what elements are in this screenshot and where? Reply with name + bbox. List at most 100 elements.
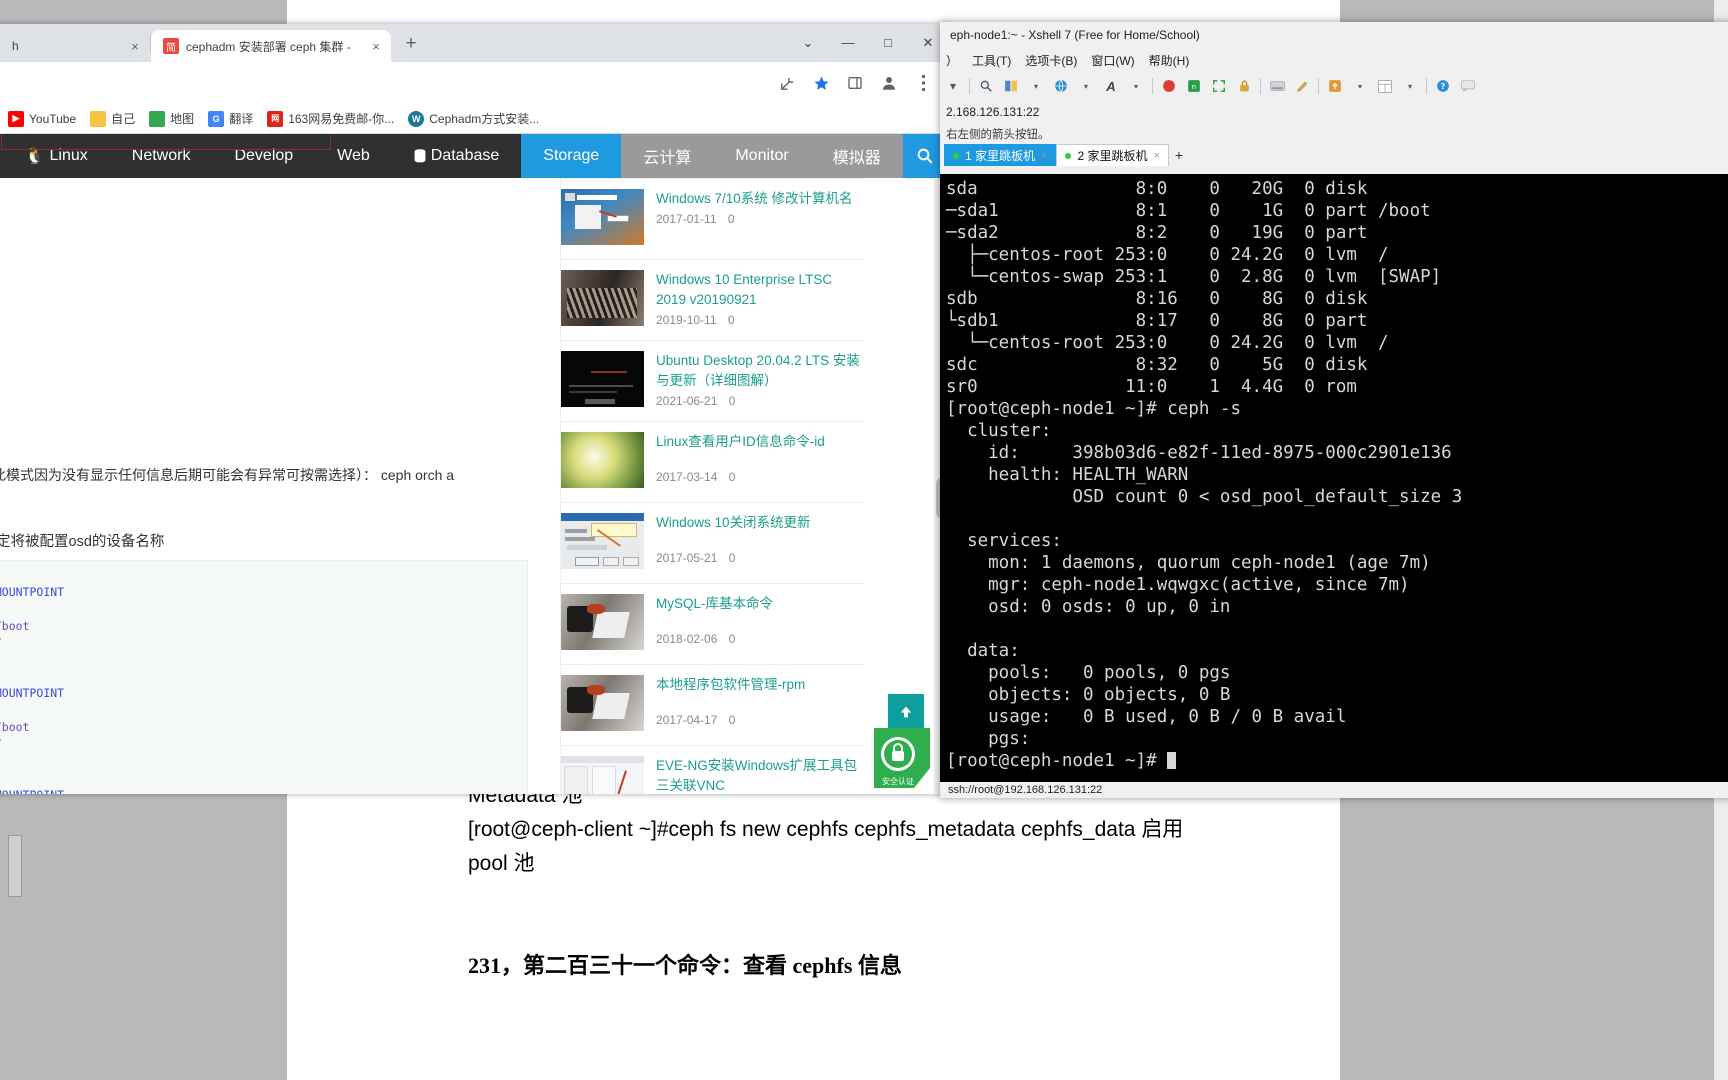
address-bar[interactable] — [0, 69, 776, 97]
nav-item-monitor[interactable]: Monitor — [713, 134, 811, 178]
menu-item[interactable]: ） — [946, 52, 958, 69]
nav-label: Web — [337, 147, 370, 164]
menu-item-help[interactable]: 帮助(H) — [1149, 52, 1190, 69]
menu-icon[interactable] — [912, 72, 934, 94]
bookmark-star-icon[interactable] — [810, 72, 832, 94]
tab-close-icon[interactable]: × — [128, 39, 142, 54]
list-item[interactable]: 本地程序包软件管理-rpm 2017-04-17 0 — [561, 664, 865, 745]
new-session-tab-button[interactable]: + — [1169, 147, 1189, 163]
article-title[interactable]: EVE-NG安装Windows扩展工具包三关联VNC — [656, 756, 865, 794]
session-tab-close-icon[interactable]: × — [1041, 150, 1047, 162]
chevron-down-icon[interactable]: ▾ — [1127, 77, 1145, 95]
lock-icon[interactable] — [1235, 77, 1253, 95]
article-title[interactable]: Windows 7/10系统 修改计算机名 — [656, 189, 865, 209]
ssl-certificate-badge[interactable]: 安全认证 — [868, 726, 936, 798]
list-item[interactable]: Windows 7/10系统 修改计算机名 2017-01-11 0 — [561, 178, 865, 259]
stop-icon[interactable] — [1160, 77, 1178, 95]
keyboard-icon[interactable] — [1268, 77, 1286, 95]
tab-search-chevron-icon[interactable]: ⌄ — [788, 24, 828, 62]
bookmark-163mail[interactable]: 网 163网易免费邮-你... — [261, 107, 400, 130]
web-page-viewport: 0 select 🐧 Linux Network Develop Web — [0, 134, 948, 794]
record-icon[interactable]: n — [1185, 77, 1203, 95]
code-line: 1G 0 part /boot — [0, 618, 30, 633]
bookmark-maps[interactable]: 地图 — [143, 107, 200, 130]
menu-item-tools[interactable]: 工具(T) — [972, 52, 1011, 69]
xshell-address-field[interactable]: 2.168.126.131:22 — [940, 100, 1728, 124]
word-vertical-handle[interactable] — [8, 835, 22, 897]
upload-icon[interactable] — [1326, 77, 1344, 95]
article-title[interactable]: 本地程序包软件管理-rpm — [656, 675, 865, 695]
list-item[interactable]: Ubuntu Desktop 20.04.2 LTS 安装与更新（详细图解） 2… — [561, 340, 865, 421]
profile-icon[interactable] — [878, 72, 900, 94]
list-item[interactable]: Linux查看用户ID信息命令-id 2017-03-14 0 — [561, 421, 865, 502]
article-title[interactable]: MySQL-库基本命令 — [656, 594, 865, 614]
chevron-down-icon[interactable]: ▾ — [1077, 77, 1095, 95]
bookmark-folder-self[interactable]: 自己 — [84, 107, 141, 130]
article-title[interactable]: Ubuntu Desktop 20.04.2 LTS 安装与更新（详细图解） — [656, 351, 865, 391]
terminal-line: objects: 0 objects, 0 B — [946, 685, 1231, 705]
chat-icon[interactable] — [1459, 77, 1477, 95]
fullscreen-icon[interactable] — [1210, 77, 1228, 95]
nav-item-simulator[interactable]: 模拟器 — [810, 134, 903, 178]
xshell-title-bar[interactable]: eph-node1:~ - Xshell 7 (Free for Home/Sc… — [940, 22, 1728, 48]
terminal-line: ─sda1 8:1 0 1G 0 part /boot — [946, 201, 1431, 221]
list-item[interactable]: EVE-NG安装Windows扩展工具包三关联VNC — [561, 745, 865, 794]
list-item[interactable]: Windows 10 Enterprise LTSC 2019 v2019092… — [561, 259, 865, 340]
maximize-button[interactable]: □ — [868, 24, 908, 62]
bookmark-youtube[interactable]: ▶ YouTube — [2, 108, 82, 130]
terminal-line: sdb 8:16 0 8G 0 disk — [946, 289, 1368, 309]
nav-item-storage[interactable]: Storage — [521, 134, 622, 178]
youtube-icon: ▶ — [8, 110, 24, 127]
bookmark-cephadm[interactable]: W Cephadm方式安装... — [402, 107, 545, 130]
chevron-down-icon[interactable]: ▾ — [1401, 77, 1419, 95]
share-icon[interactable] — [776, 72, 798, 94]
globe-icon[interactable] — [1052, 77, 1070, 95]
nav-item-database[interactable]: Database — [392, 134, 522, 178]
article-title[interactable]: Linux查看用户ID信息命令-id — [656, 432, 865, 452]
side-panel-icon[interactable] — [844, 72, 866, 94]
layout-icon[interactable] — [1376, 77, 1394, 95]
session-tab-close-icon[interactable]: × — [1153, 150, 1159, 162]
bookmark-translate[interactable]: G 翻译 — [202, 107, 259, 130]
chrome-toolbar — [0, 62, 948, 104]
browser-tab[interactable]: h × — [0, 30, 150, 62]
list-item[interactable]: MySQL-库基本命令 2018-02-06 0 — [561, 583, 865, 664]
xshell-menu-bar: ） 工具(T) 选项卡(B) 窗口(W) 帮助(H) — [940, 48, 1728, 72]
blog-paragraph: 使用的存储设备（此模式因为没有显示任何信息后期可能会有异常可按需选择）： cep… — [0, 467, 455, 483]
session-tab-2[interactable]: 2 家里跳板机 × — [1056, 144, 1169, 166]
list-item[interactable]: Windows 10关闭系统更新 2017-05-21 0 — [561, 502, 865, 583]
article-title[interactable]: Windows 10 Enterprise LTSC 2019 v2019092… — [656, 270, 865, 310]
article-title[interactable]: Windows 10关闭系统更新 — [656, 513, 865, 533]
tab-title: h — [12, 39, 19, 53]
article-thumbnail — [561, 351, 644, 407]
menu-item-window[interactable]: 窗口(W) — [1091, 52, 1134, 69]
doc-line: [root@ceph-client ~]#ceph fs new cephfs … — [468, 818, 1184, 841]
article-meta: 2021-06-21 0 — [656, 394, 865, 408]
doc-line: pool 池 — [468, 852, 535, 875]
terminal-line: OSD count 0 < osd_pool_default_size 3 — [946, 487, 1463, 507]
find-icon[interactable] — [977, 77, 995, 95]
minimize-button[interactable]: — — [828, 24, 868, 62]
pen-icon[interactable] — [1293, 77, 1311, 95]
terminal-line: sda 8:0 0 20G 0 disk — [946, 179, 1368, 199]
chevron-down-icon[interactable]: ▾ — [1351, 77, 1369, 95]
article-text: 本地程序包软件管理-rpm 2017-04-17 0 — [656, 675, 865, 727]
article-count: 0 — [728, 551, 736, 565]
code-line: sblk — [0, 668, 517, 685]
terminal-line: └─centos-root 253:0 0 24.2G 0 lvm / — [946, 333, 1389, 353]
transfer-icon[interactable] — [1002, 77, 1020, 95]
browser-tab-active[interactable]: 简 cephadm 安装部署 ceph 集群 - × — [151, 30, 391, 62]
back-to-top-button[interactable] — [888, 694, 924, 730]
session-tab-1[interactable]: 1 家里跳板机 × — [944, 144, 1057, 166]
font-icon[interactable]: A — [1102, 77, 1120, 95]
help-icon[interactable]: ? — [1434, 77, 1452, 95]
menu-item-tabs[interactable]: 选项卡(B) — [1025, 52, 1077, 69]
nav-item-cloud[interactable]: 云计算 — [621, 134, 714, 178]
chevron-down-icon[interactable]: ▾ — [1027, 77, 1045, 95]
terminal-output[interactable]: sda 8:0 0 20G 0 disk ─sda1 8:1 0 1G 0 pa… — [940, 174, 1728, 798]
article-meta: 2018-02-06 0 — [656, 632, 865, 646]
chevron-down-icon[interactable]: ▾ — [944, 77, 962, 95]
doc-heading: 231，第二百三十一个命令：查看 cephfs 信息 — [468, 953, 902, 978]
tab-close-icon[interactable]: × — [369, 39, 383, 54]
new-tab-button[interactable]: + — [397, 31, 425, 59]
